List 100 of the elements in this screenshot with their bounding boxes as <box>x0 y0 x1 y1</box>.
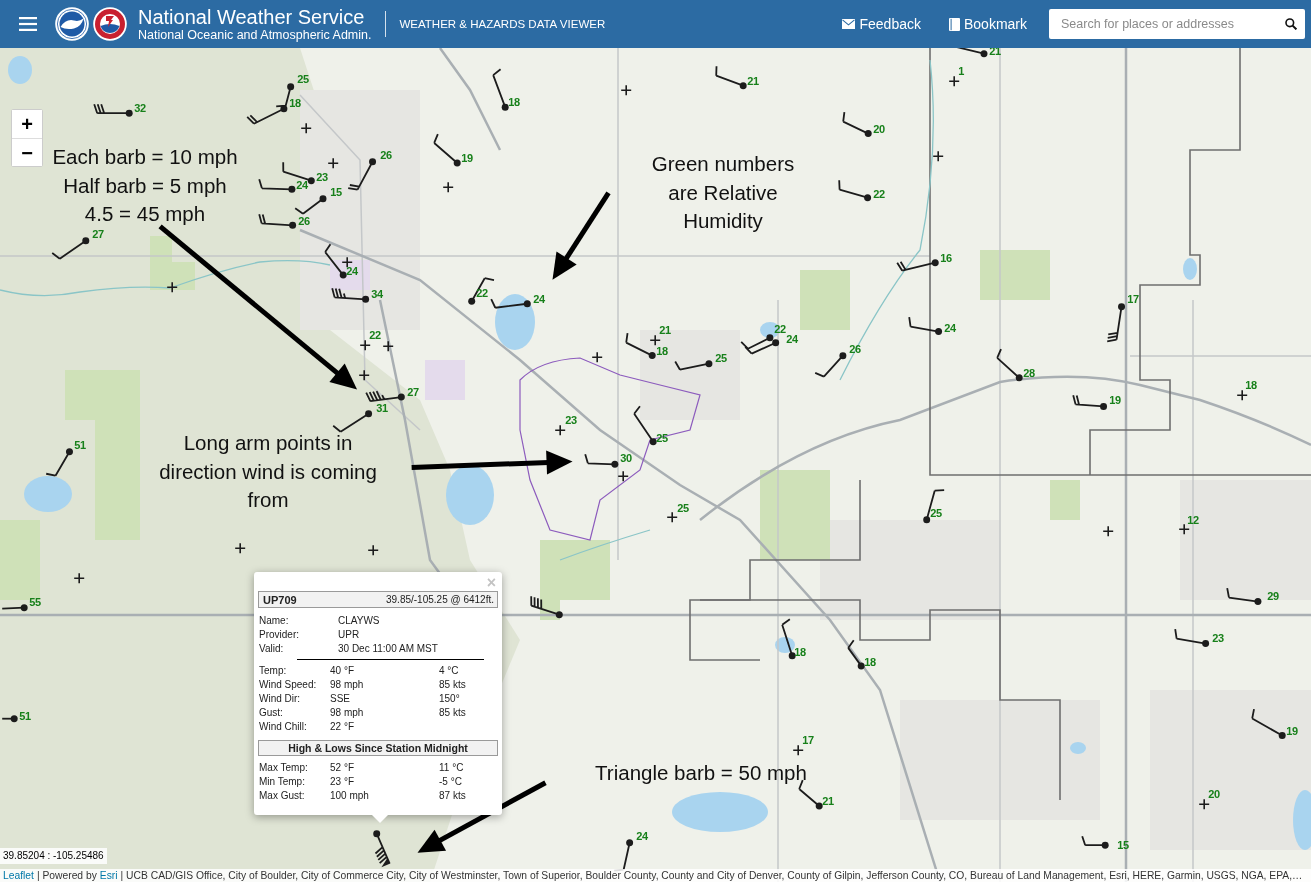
plus-marker-icon[interactable] <box>553 423 567 437</box>
plus-marker-icon[interactable] <box>299 121 313 135</box>
field-value: CLAYWS <box>338 614 381 628</box>
field-value: 100 mph <box>330 789 370 803</box>
plus-marker-icon[interactable] <box>1197 797 1211 811</box>
humidity-label: 18 <box>794 646 806 658</box>
humidity-label: 15 <box>1117 839 1129 851</box>
plus-marker-icon[interactable] <box>1235 388 1249 402</box>
humidity-label: 55 <box>29 596 41 608</box>
feedback-link[interactable]: Feedback <box>842 16 921 32</box>
humidity-label: 16 <box>940 252 952 264</box>
emblem-icon[interactable] <box>93 7 127 41</box>
wind-barb-icon[interactable] <box>1174 628 1211 649</box>
annotation-text: Green numbers are Relative Humidity <box>651 151 795 234</box>
wind-barb-icon[interactable] <box>258 212 298 230</box>
wind-barb-icon[interactable] <box>0 714 19 724</box>
humidity-label: 22 <box>476 287 488 299</box>
wind-barb-icon[interactable] <box>258 177 297 194</box>
humidity-label: 18 <box>864 656 876 668</box>
humidity-label: 19 <box>1286 725 1298 737</box>
plus-marker-icon[interactable] <box>357 368 371 382</box>
wind-barb-icon[interactable] <box>922 489 946 525</box>
wind-barb-icon[interactable] <box>1226 587 1263 607</box>
plus-marker-icon[interactable] <box>931 149 945 163</box>
plus-marker-icon[interactable] <box>619 83 633 97</box>
wind-barb-icon[interactable] <box>632 405 658 447</box>
plus-marker-icon[interactable] <box>326 156 340 170</box>
wind-barb-icon[interactable] <box>294 194 328 216</box>
plus-marker-icon[interactable] <box>165 280 179 294</box>
plus-marker-icon[interactable] <box>233 541 247 555</box>
wind-barb-icon[interactable] <box>780 618 797 661</box>
wind-barb-icon[interactable] <box>489 298 532 310</box>
lake <box>1293 790 1311 850</box>
plus-marker-icon[interactable] <box>791 743 805 757</box>
field-label: Provider: <box>259 628 300 642</box>
wind-barb-icon[interactable] <box>714 65 748 91</box>
attribution-link[interactable]: Esri <box>99 870 118 881</box>
plus-marker-icon[interactable] <box>648 333 662 347</box>
plus-marker-icon[interactable] <box>590 350 604 364</box>
plus-marker-icon[interactable] <box>947 74 961 88</box>
wind-barb-icon[interactable] <box>331 286 371 304</box>
wind-barb-icon[interactable] <box>0 603 29 613</box>
wind-barb-icon[interactable] <box>432 133 462 168</box>
plus-marker-icon[interactable] <box>1101 524 1115 538</box>
wind-barb-icon[interactable] <box>92 102 134 118</box>
menu-icon[interactable] <box>19 17 37 31</box>
plus-marker-icon[interactable] <box>616 469 630 483</box>
wind-barb-icon[interactable] <box>584 452 620 469</box>
plus-marker-icon[interactable] <box>366 543 380 557</box>
plus-marker-icon[interactable] <box>72 571 86 585</box>
wind-barb-icon[interactable] <box>1072 393 1109 411</box>
wind-barb-icon[interactable] <box>674 359 714 372</box>
zoom-out-button[interactable]: − <box>12 138 42 166</box>
wind-barb-icon[interactable] <box>372 829 392 869</box>
wind-barb-icon[interactable] <box>895 258 940 273</box>
humidity-label: 24 <box>346 265 358 277</box>
wind-barb-icon[interactable] <box>491 67 510 112</box>
wind-barb-icon[interactable] <box>740 333 775 351</box>
humidity-label: 22 <box>369 329 381 341</box>
wind-barb-icon[interactable] <box>1080 834 1110 850</box>
wind-barb-icon[interactable] <box>332 409 374 434</box>
app-name: WEATHER & HAZARDS DATA VIEWER <box>399 18 606 30</box>
wind-barb-icon[interactable] <box>44 447 74 478</box>
wind-barb-icon[interactable] <box>51 236 91 261</box>
plus-marker-icon[interactable] <box>358 338 372 352</box>
search-field[interactable]: Search for places or addresses <box>1049 9 1305 39</box>
humidity-label: 1 <box>958 65 964 77</box>
wind-barb-icon[interactable] <box>1106 302 1127 343</box>
plus-marker-icon[interactable] <box>340 255 354 269</box>
field-value: -5 °C <box>439 775 463 789</box>
emblem-icon[interactable] <box>55 7 89 41</box>
bookmark-link[interactable]: Bookmark <box>948 16 1027 32</box>
wind-barb-icon[interactable] <box>624 332 657 361</box>
wind-barb-icon[interactable] <box>908 316 944 337</box>
wind-barb-icon[interactable] <box>364 389 406 403</box>
wind-barb-icon[interactable] <box>744 338 781 356</box>
field-value: UPR <box>338 628 361 642</box>
search-icon[interactable] <box>1285 18 1297 30</box>
wind-barb-icon[interactable] <box>347 157 378 192</box>
plus-marker-icon[interactable] <box>665 510 679 524</box>
wind-barb-icon[interactable] <box>841 111 873 139</box>
wind-barb-icon[interactable] <box>846 639 866 671</box>
plus-marker-icon[interactable] <box>1177 522 1191 536</box>
field-value: 22 °F <box>330 720 355 734</box>
field-value: 11 °C <box>439 761 465 775</box>
humidity-label: 28 <box>1023 367 1035 379</box>
wind-barb-icon[interactable] <box>814 351 848 379</box>
wind-barb-icon[interactable] <box>467 276 496 306</box>
wind-barb-icon[interactable] <box>323 242 348 280</box>
wind-barb-icon[interactable] <box>838 179 873 203</box>
attribution-link[interactable]: Leaflet <box>3 870 34 881</box>
humidity-label: 25 <box>297 73 309 85</box>
plus-marker-icon[interactable] <box>441 180 455 194</box>
field-value: SSE <box>330 692 351 706</box>
humidity-label: 25 <box>656 432 668 444</box>
wind-barb-icon[interactable] <box>1250 708 1287 741</box>
wind-barb-icon[interactable] <box>529 595 564 620</box>
wind-barb-icon[interactable] <box>995 348 1024 383</box>
wind-barb-icon[interactable] <box>246 104 289 126</box>
plus-marker-icon[interactable] <box>381 339 395 353</box>
